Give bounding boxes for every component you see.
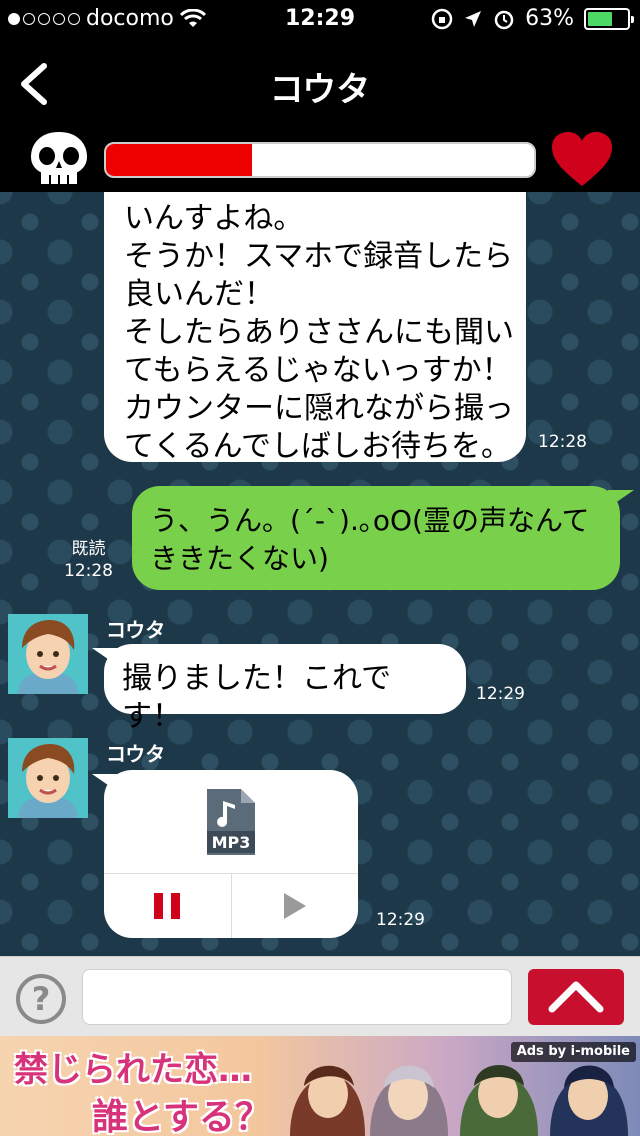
- pause-button[interactable]: [104, 874, 232, 938]
- ad-tag: Ads by i-mobile: [510, 1042, 636, 1062]
- message-line: そしたらありささんにも聞い: [124, 315, 514, 350]
- avatar[interactable]: [8, 614, 88, 694]
- message-bubble-incoming: 撮りました！これです！: [92, 644, 466, 734]
- message-timestamp: 12:29: [376, 910, 425, 930]
- message-line: ききたくない): [150, 542, 329, 575]
- chat-area[interactable]: いんすよね。 そうか！スマホで録音したら 良いんだ！ そしたらありささんにも聞い…: [0, 192, 640, 956]
- message-bubble-incoming: いんすよね。 そうか！スマホで録音したら 良いんだ！ そしたらありささんにも聞い…: [104, 192, 526, 464]
- status-right: 63%: [431, 6, 634, 31]
- heart-icon: [552, 132, 612, 186]
- play-button[interactable]: [232, 874, 359, 938]
- message-line: カウンターに隠れながら撮っ: [124, 391, 514, 426]
- sender-name: コウタ: [106, 742, 166, 766]
- send-button[interactable]: [528, 969, 624, 1025]
- play-icon: [283, 893, 306, 919]
- message-line: う、うん。(´-`).｡oO(霊の声なんて: [150, 504, 590, 537]
- nav-bar: コウタ: [0, 40, 640, 128]
- message-line: そうか！スマホで録音したら: [124, 239, 514, 274]
- read-label: 既読: [71, 539, 106, 559]
- message-text: 撮りました！これです！: [122, 661, 392, 734]
- audio-controls: [104, 874, 358, 938]
- ad-banner[interactable]: 禁じられた恋… 誰とする？ Ads by i-mobile: [0, 1036, 640, 1136]
- send-up-icon: [548, 981, 604, 1013]
- affection-bar: [104, 142, 536, 178]
- mp3-label: MP3: [212, 833, 251, 852]
- message-timestamp: 12:29: [476, 684, 525, 704]
- skull-icon: [28, 129, 90, 186]
- ad-subheadline: 誰とする？: [92, 1097, 271, 1136]
- message-line: 良いんだ！: [124, 277, 274, 312]
- status-bar: docomo 12:29 63%: [0, 0, 640, 40]
- page-title: コウタ: [269, 70, 371, 110]
- battery-percent: 63%: [525, 6, 574, 31]
- avatar-face: [8, 614, 88, 694]
- read-receipt: 既読 12:28: [64, 538, 113, 582]
- message-timestamp: 12:28: [538, 432, 587, 452]
- rotation-lock-icon: [431, 8, 453, 29]
- alarm-icon: [494, 10, 514, 29]
- message-input[interactable]: [82, 969, 512, 1025]
- audio-message-bubble: MP3: [92, 770, 358, 938]
- location-icon: [465, 10, 482, 27]
- battery-icon: [584, 7, 634, 30]
- message-bubble-outgoing: う、うん。(´-`).｡oO(霊の声なんて ききたくない): [132, 486, 634, 590]
- audio-file-area: MP3: [104, 770, 358, 874]
- pause-icon: [154, 893, 181, 919]
- avatar-face: [8, 738, 88, 818]
- sender-name: コウタ: [106, 618, 166, 642]
- affection-meter: [0, 128, 640, 192]
- message-line: てくるんでしばしお待ちを。: [124, 429, 511, 464]
- ad-headline: 禁じられた恋…: [14, 1050, 252, 1090]
- mp3-file-icon: MP3: [207, 788, 255, 855]
- message-line: いんすよね。: [124, 201, 304, 236]
- avatar[interactable]: [8, 738, 88, 818]
- message-timestamp: 12:28: [64, 561, 113, 581]
- message-line: てもらえるじゃないっすか！: [124, 353, 512, 388]
- input-bar: ?: [0, 956, 640, 1036]
- help-icon[interactable]: ?: [16, 974, 66, 1024]
